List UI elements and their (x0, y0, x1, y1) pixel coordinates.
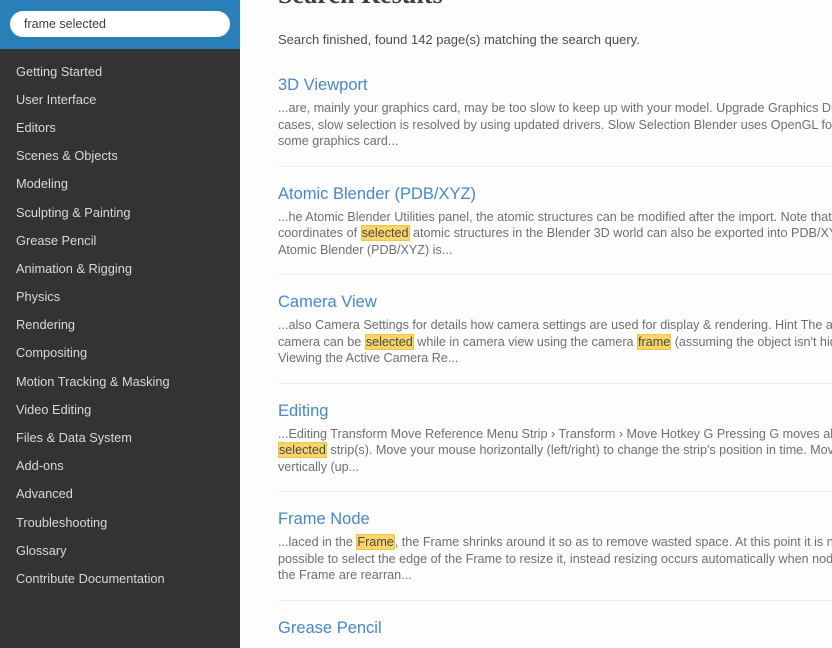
snippet-text: cases, slow selection is resolved by usi… (278, 117, 832, 132)
search-result-title-link[interactable]: Editing (278, 400, 328, 422)
sidebar-nav: Getting Started User Interface Editors Scen… (0, 49, 240, 593)
search-term-highlight: selected (364, 333, 414, 350)
sidebar-item-files-data-system[interactable]: Files & Data System (0, 423, 240, 451)
search-result-item: Editing ...Editing Transform Move Referen… (278, 384, 832, 492)
main-content: Search Results Search finished, found 14… (240, 0, 832, 648)
snippet-text: coordinates of (278, 226, 361, 240)
snippet-text: ...laced in the (278, 535, 357, 549)
snippet-text: ...also Camera Settings for details how … (278, 318, 832, 332)
search-result-snippet: ...are, mainly your graphics card, may b… (278, 100, 832, 150)
search-result-snippet: ...Editing Transform Move Reference Menu… (278, 426, 832, 476)
snippet-line: some graphics card... (278, 133, 832, 150)
search-result-title-link[interactable]: 3D Viewport (278, 74, 368, 96)
search-input[interactable] (10, 11, 230, 37)
snippet-line: ...Editing Transform Move Reference Menu… (278, 426, 832, 443)
snippet-text: Viewing the Active Camera Re... (278, 351, 459, 365)
sidebar-item-add-ons[interactable]: Add-ons (0, 452, 240, 480)
sidebar-item-animation-rigging[interactable]: Animation & Rigging (0, 254, 240, 282)
sidebar-item-editors[interactable]: Editors (0, 113, 240, 141)
search-result-item: Grease Pencil (278, 601, 832, 648)
search-term-highlight: selected (360, 225, 410, 241)
sidebar-item-physics[interactable]: Physics (0, 283, 240, 311)
search-result-snippet: ...laced in the Frame, the Frame shrinks… (278, 534, 832, 584)
sidebar-item-contribute-documentation[interactable]: Contribute Documentation (0, 564, 240, 592)
search-term-highlight: selected (278, 442, 327, 458)
snippet-text: camera can be (278, 334, 365, 349)
search-result-title-link[interactable]: Frame Node (278, 508, 370, 530)
sidebar-item-motion-tracking-masking[interactable]: Motion Tracking & Masking (0, 367, 240, 395)
snippet-text: ...Editing Transform Move Reference Menu… (278, 426, 832, 441)
snippet-line: coordinates of selected atomic structure… (278, 225, 832, 242)
sidebar-item-getting-started[interactable]: Getting Started (0, 57, 240, 85)
snippet-text: , the Frame shrinks around it so as to r… (394, 535, 832, 549)
sidebar-item-user-interface[interactable]: User Interface (0, 85, 240, 113)
snippet-text: vertically (up... (278, 459, 360, 474)
search-result-title-link[interactable]: Atomic Blender (PDB/XYZ) (278, 183, 476, 205)
snippet-text: atomic structures in the Blender 3D worl… (409, 226, 832, 240)
sidebar-item-glossary[interactable]: Glossary (0, 536, 240, 564)
page-title: Search Results (278, 0, 832, 12)
sidebar-item-troubleshooting[interactable]: Troubleshooting (0, 508, 240, 536)
snippet-text: (assuming the object isn't hidden). (674, 334, 832, 349)
sidebar-item-compositing[interactable]: Compositing (0, 339, 240, 367)
sidebar-item-scenes-objects[interactable]: Scenes & Objects (0, 142, 240, 170)
snippet-line: ...also Camera Settings for details how … (278, 317, 832, 334)
search-term-highlight: Frame (356, 534, 395, 550)
search-bar-container (0, 0, 240, 49)
search-result-snippet: ...also Camera Settings for details how … (278, 317, 832, 367)
snippet-text: ...are, mainly your graphics card, may b… (278, 101, 832, 115)
search-results-list: 3D Viewport ...are, mainly your graphics … (278, 74, 832, 648)
snippet-text: some graphics card... (278, 134, 399, 148)
snippet-text: ...he Atomic Blender Utilities panel, th… (278, 209, 832, 224)
snippet-line: ...laced in the Frame, the Frame shrinks… (278, 534, 832, 551)
snippet-line: the Frame are rearran... (278, 567, 832, 584)
search-results-page: Getting StartedUser InterfaceEditorsScen… (0, 0, 832, 648)
snippet-text: Atomic Blender (PDB/XYZ) is... (278, 242, 453, 257)
search-result-title-link[interactable]: Camera View (278, 291, 377, 313)
sidebar-item-advanced[interactable]: Advanced (0, 480, 240, 508)
snippet-line: Viewing the Active Camera Re... (278, 350, 832, 367)
search-term-highlight: frame (637, 333, 672, 350)
search-summary: Search finished, found 142 page(s) match… (278, 32, 640, 47)
search-result-title-link[interactable]: Grease Pencil (278, 617, 382, 639)
snippet-text: possible to select the edge of the Frame… (278, 551, 832, 566)
sidebar-item-video-editing[interactable]: Video Editing (0, 395, 240, 423)
snippet-line: ...he Atomic Blender Utilities panel, th… (278, 209, 832, 226)
search-result-item: Camera View ...also Camera Settings for d… (278, 275, 832, 384)
snippet-line: camera can be selected while in camera v… (278, 333, 832, 351)
sidebar-item-modeling[interactable]: Modeling (0, 170, 240, 198)
snippet-line: ...are, mainly your graphics card, may b… (278, 100, 832, 117)
search-result-snippet: ...he Atomic Blender Utilities panel, th… (278, 209, 832, 259)
snippet-text: strip(s). Move your mouse horizontally (… (326, 443, 832, 457)
sidebar-item-grease-pencil[interactable]: Grease Pencil (0, 226, 240, 254)
sidebar-item-sculpting-painting[interactable]: Sculpting & Painting (0, 198, 240, 226)
snippet-text: the Frame are rearran... (278, 568, 412, 582)
search-result-item: 3D Viewport ...are, mainly your graphics … (278, 74, 832, 167)
snippet-text: while in camera view using the camera (413, 334, 638, 349)
sidebar-item-rendering[interactable]: Rendering (0, 311, 240, 339)
snippet-line: cases, slow selection is resolved by usi… (278, 117, 832, 134)
snippet-line: possible to select the edge of the Frame… (278, 551, 832, 568)
search-result-item: Atomic Blender (PDB/XYZ) ...he Atomic Ble… (278, 167, 832, 275)
sidebar: Getting StartedUser InterfaceEditorsScen… (0, 0, 240, 648)
snippet-line: selected strip(s). Move your mouse horiz… (278, 442, 832, 459)
snippet-line: Atomic Blender (PDB/XYZ) is... (278, 242, 832, 259)
snippet-line: vertically (up... (278, 459, 832, 476)
search-result-item: Frame Node ...laced in the Frame, the Fra… (278, 492, 832, 601)
